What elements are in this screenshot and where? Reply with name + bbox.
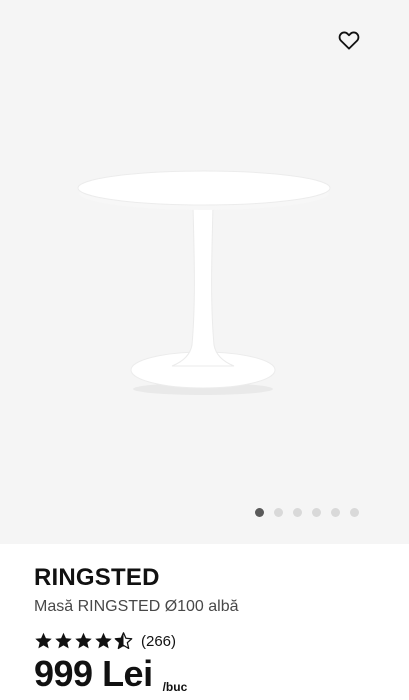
carousel-dot-4[interactable]	[312, 507, 321, 517]
carousel-dot-3[interactable]	[293, 507, 302, 517]
rating-count: (266)	[141, 632, 177, 650]
product-rating[interactable]: (266)	[34, 632, 409, 650]
star-filled-icon	[55, 632, 72, 649]
price-row: 999 Lei /buc	[34, 653, 409, 695]
product-image-table	[77, 170, 331, 395]
carousel-dot-5[interactable]	[331, 507, 340, 517]
product-price: 999 Lei	[34, 653, 153, 694]
product-image-gallery[interactable]	[0, 0, 409, 544]
carousel-dot-6[interactable]	[350, 507, 359, 517]
product-description: Masă RINGSTED Ø100 albă	[34, 598, 239, 615]
star-filled-icon	[95, 632, 112, 649]
product-info: RINGSTED Masă RINGSTED Ø100 albă (266) 9…	[34, 562, 409, 695]
product-name[interactable]: RINGSTED	[34, 562, 409, 594]
rating-stars	[34, 632, 133, 650]
star-filled-icon	[35, 632, 52, 649]
heart-outline-icon	[338, 31, 360, 50]
carousel-dot-1[interactable]	[255, 507, 264, 517]
favorite-button[interactable]	[334, 25, 364, 55]
star-half-icon	[114, 632, 133, 650]
price-unit: /buc	[162, 680, 188, 694]
carousel-dot-2[interactable]	[274, 507, 283, 517]
star-filled-icon	[75, 632, 92, 649]
carousel-indicator	[255, 507, 359, 517]
